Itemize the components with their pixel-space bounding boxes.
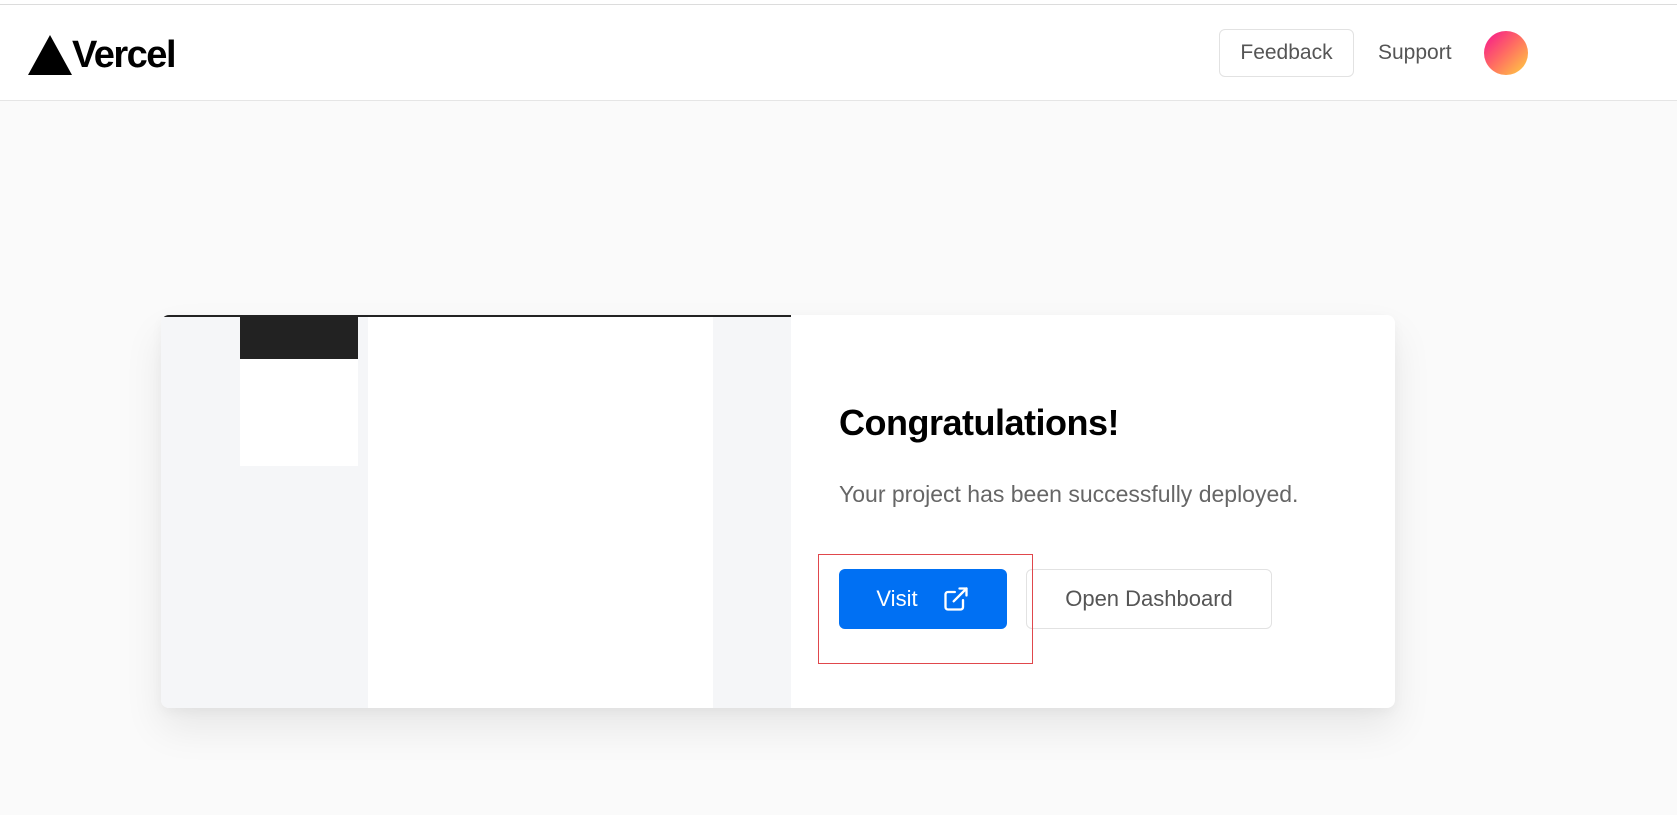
visit-button[interactable]: Visit bbox=[839, 569, 1007, 629]
top-navbar: Vercel Feedback Support bbox=[0, 5, 1677, 101]
success-content: Congratulations! Your project has been s… bbox=[839, 315, 1395, 708]
success-title: Congratulations! bbox=[839, 402, 1119, 443]
preview-main-column bbox=[368, 317, 713, 708]
external-link-icon bbox=[943, 587, 968, 611]
feedback-button[interactable]: Feedback bbox=[1219, 29, 1354, 77]
deployment-preview[interactable] bbox=[161, 315, 791, 708]
user-avatar[interactable] bbox=[1484, 31, 1528, 75]
logo-wordmark: Vercel bbox=[72, 34, 177, 76]
preview-sidebar-block bbox=[240, 359, 358, 466]
visit-button-label: Visit bbox=[876, 586, 918, 611]
open-dashboard-button[interactable]: Open Dashboard bbox=[1026, 569, 1272, 629]
vercel-logo[interactable]: Vercel bbox=[28, 33, 177, 77]
preview-header-block bbox=[240, 317, 358, 359]
support-link[interactable]: Support bbox=[1378, 29, 1452, 77]
vercel-triangle-icon bbox=[28, 35, 72, 75]
success-message: Your project has been successfully deplo… bbox=[839, 481, 1299, 507]
deployment-success-card: Congratulations! Your project has been s… bbox=[161, 315, 1395, 708]
